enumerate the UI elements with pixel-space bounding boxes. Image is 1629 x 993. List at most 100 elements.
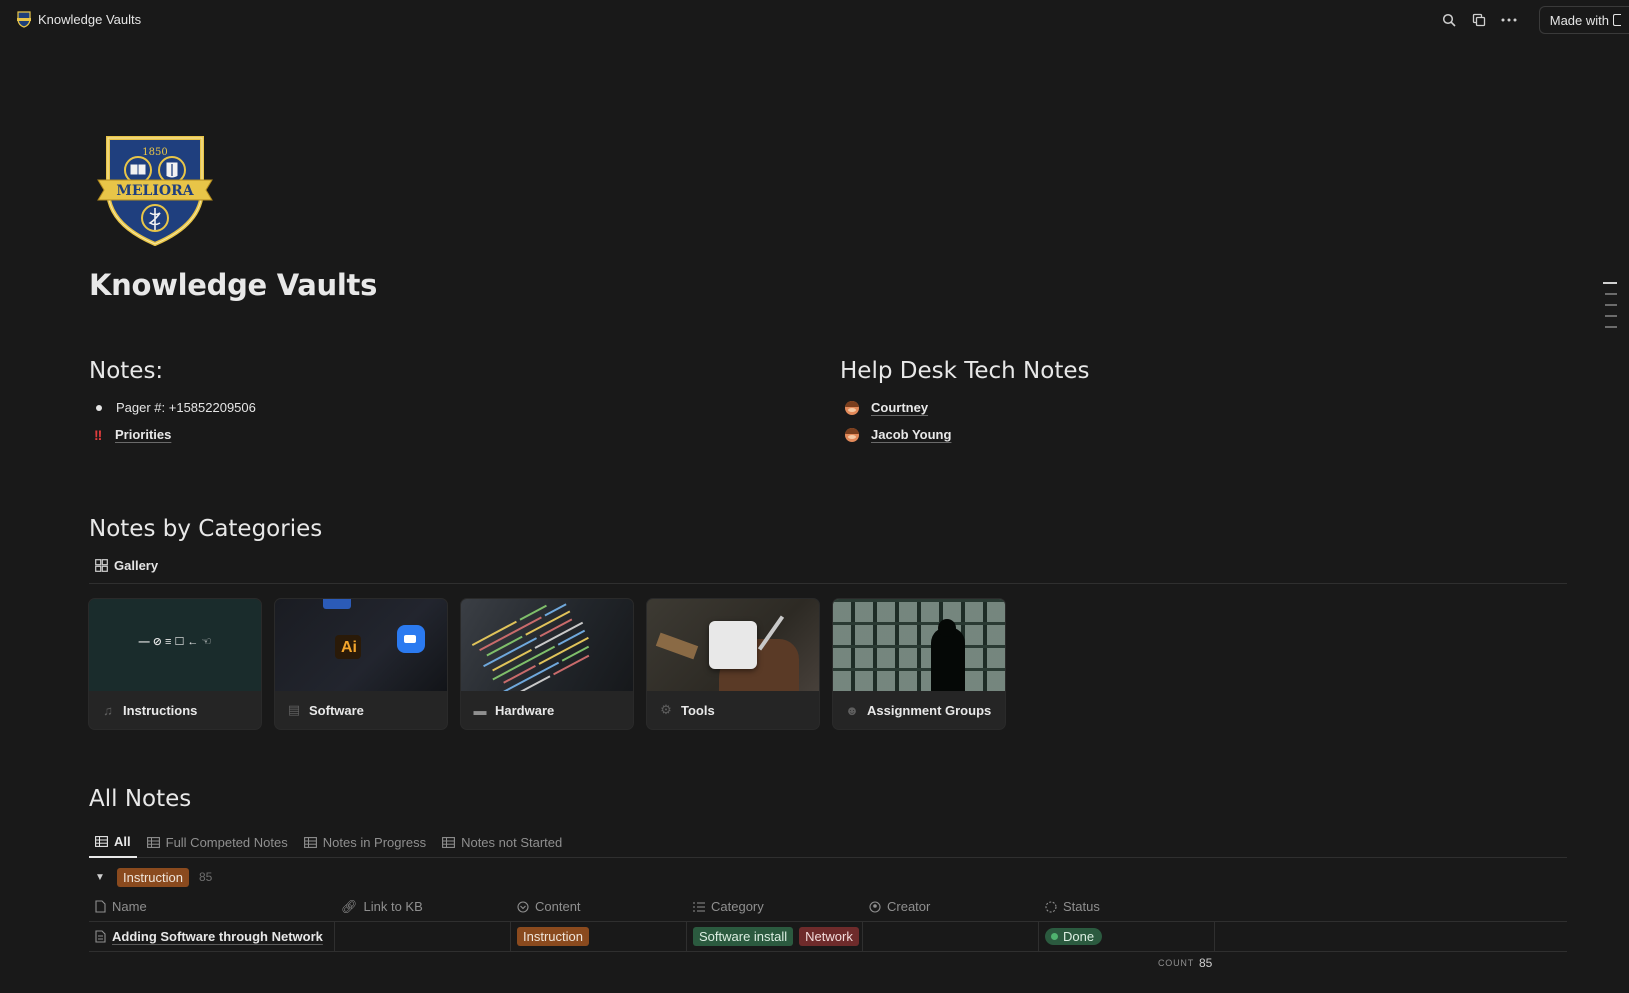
table-icon	[146, 837, 160, 848]
notes-section: Notes: Pager #: +15852209506 !! Prioriti…	[89, 358, 256, 448]
gallery-view-tab[interactable]: Gallery	[89, 558, 1567, 573]
help-desk-item-jacob[interactable]: Jacob Young	[840, 421, 1089, 448]
column-label: Content	[535, 899, 581, 914]
double-exclamation-icon: !!	[94, 426, 102, 443]
top-bar: Knowledge Vaults Made with	[0, 0, 1629, 40]
category-card-software[interactable]: Ai ▤ Software	[275, 599, 447, 729]
person-icon	[869, 900, 881, 913]
search-icon[interactable]	[1441, 12, 1457, 28]
table-of-contents-minimap[interactable]	[1603, 282, 1617, 328]
view-tabs: All Full Competed Notes Notes in Progres…	[89, 828, 1567, 858]
breadcrumb-title[interactable]: Knowledge Vaults	[38, 12, 141, 27]
tab-all[interactable]: All	[89, 828, 137, 858]
zoom-camera-glyph	[404, 635, 416, 643]
tools-thumbnail	[647, 599, 819, 691]
jacob-young-link[interactable]: Jacob Young	[871, 427, 951, 442]
made-with-label: Made with	[1549, 12, 1609, 28]
cell-link[interactable]	[335, 922, 511, 951]
column-label: Link to KB	[363, 899, 423, 914]
topbar-tools: Made with	[1441, 6, 1629, 34]
group-tag: Instruction	[117, 867, 189, 887]
column-header-content[interactable]: Content	[511, 892, 687, 921]
wrench-icon: ⚙	[660, 702, 672, 717]
cell-status[interactable]: Done	[1039, 922, 1215, 951]
university-crest-logo: 1850 MELIORA	[97, 136, 213, 246]
page-title: Knowledge Vaults	[89, 268, 378, 302]
column-label: Creator	[887, 899, 931, 914]
cell-creator[interactable]	[863, 922, 1039, 951]
toc-line[interactable]	[1605, 315, 1617, 317]
group-count: 85	[198, 870, 213, 884]
courtney-link[interactable]: Courtney	[871, 400, 928, 415]
made-with-button[interactable]: Made with	[1538, 6, 1629, 34]
card-label: Hardware	[495, 702, 555, 718]
select-icon	[517, 900, 529, 913]
help-desk-item-courtney[interactable]: Courtney	[840, 394, 1089, 421]
document-icon	[95, 900, 106, 913]
column-label: Name	[112, 899, 147, 914]
notes-item-pager: Pager #: +15852209506	[89, 394, 256, 421]
toc-line[interactable]	[1605, 304, 1617, 306]
tab-full-completed-notes[interactable]: Full Competed Notes	[141, 828, 294, 858]
category-card-tools[interactable]: ⚙ Tools	[647, 599, 819, 729]
monitor-icon: ▬	[473, 702, 487, 718]
category-tag-network: Network	[799, 927, 859, 946]
category-card-instructions[interactable]: — ⊘ ≡ ☐ ← ☜ ♫ Instructions	[89, 599, 261, 729]
column-header-link[interactable]: 🔗︎ Link to KB	[335, 892, 511, 921]
tab-label: Notes not Started	[461, 835, 563, 850]
card-label: Tools	[681, 702, 715, 718]
table-icon	[95, 836, 108, 847]
column-header-creator[interactable]: Creator	[863, 892, 1039, 921]
more-icon[interactable]	[1501, 12, 1517, 28]
column-header-category[interactable]: Category	[687, 892, 863, 921]
toc-line[interactable]	[1605, 293, 1617, 295]
notes-table: Name 🔗︎ Link to KB Content Category Crea…	[89, 892, 1567, 952]
tab-label: All	[114, 834, 131, 849]
breadcrumb[interactable]: Knowledge Vaults	[16, 10, 141, 28]
software-thumb-word-tile	[323, 599, 351, 609]
cell-category[interactable]: Software install Network	[687, 922, 863, 951]
note-name-link[interactable]: Adding Software through Network	[112, 929, 323, 944]
tab-label: Notes in Progress	[322, 835, 427, 850]
software-thumbnail: Ai	[275, 599, 447, 691]
card-label: Software	[309, 702, 364, 718]
column-header-name[interactable]: Name	[89, 892, 335, 921]
instructions-thumb-glyphs: — ⊘ ≡ ☐ ← ☜	[138, 636, 212, 648]
cell-content[interactable]: Instruction	[511, 922, 687, 951]
hammer-shape	[655, 632, 699, 660]
group-header-instruction[interactable]: ▼ Instruction 85	[89, 862, 1567, 892]
count-row: COUNT 85	[89, 952, 1567, 974]
person-silhouette-head	[938, 619, 956, 637]
hardware-thumbnail	[461, 599, 633, 691]
column-header-status[interactable]: Status	[1039, 892, 1215, 921]
window-grid-horizontal	[833, 599, 1005, 691]
categories-section: Notes by Categories Gallery — ⊘ ≡ ☐ ← ☜ …	[89, 516, 1567, 729]
category-card-hardware[interactable]: ▬ Hardware	[461, 599, 633, 729]
page-logo-icon	[17, 11, 31, 28]
category-card-assignment-groups[interactable]: ☻ Assignment Groups	[833, 599, 1005, 729]
tab-notes-in-progress[interactable]: Notes in Progress	[298, 828, 432, 858]
duplicate-icon[interactable]	[1471, 12, 1487, 28]
tab-label: Full Competed Notes	[165, 835, 288, 850]
music-note-icon: ♫	[103, 702, 113, 718]
divider	[89, 583, 1567, 584]
instructions-thumbnail: — ⊘ ≡ ☐ ← ☜	[89, 599, 261, 691]
cell-name[interactable]: Adding Software through Network	[89, 922, 335, 951]
category-gallery: — ⊘ ≡ ☐ ← ☜ ♫ Instructions Ai ▤ Software	[89, 599, 1567, 729]
person-avatar-icon	[845, 427, 859, 442]
gallery-label: Gallery	[114, 558, 159, 573]
table-header: Name 🔗︎ Link to KB Content Category Crea…	[89, 892, 1567, 922]
count-value: 85	[1199, 956, 1213, 970]
tab-notes-not-started[interactable]: Notes not Started	[436, 828, 568, 858]
notes-item-priorities[interactable]: !! Priorities	[89, 421, 256, 448]
code-screen-image	[471, 603, 590, 691]
caret-down-icon[interactable]: ▼	[95, 872, 107, 883]
column-label: Category	[711, 899, 764, 914]
gallery-icon	[95, 559, 108, 572]
table-row[interactable]: Adding Software through Network Instruct…	[89, 922, 1567, 952]
toc-line[interactable]	[1605, 326, 1617, 328]
toc-line[interactable]	[1603, 282, 1617, 284]
priorities-link[interactable]: Priorities	[115, 427, 171, 442]
person-avatar-icon	[845, 400, 859, 415]
table-icon	[303, 837, 317, 848]
